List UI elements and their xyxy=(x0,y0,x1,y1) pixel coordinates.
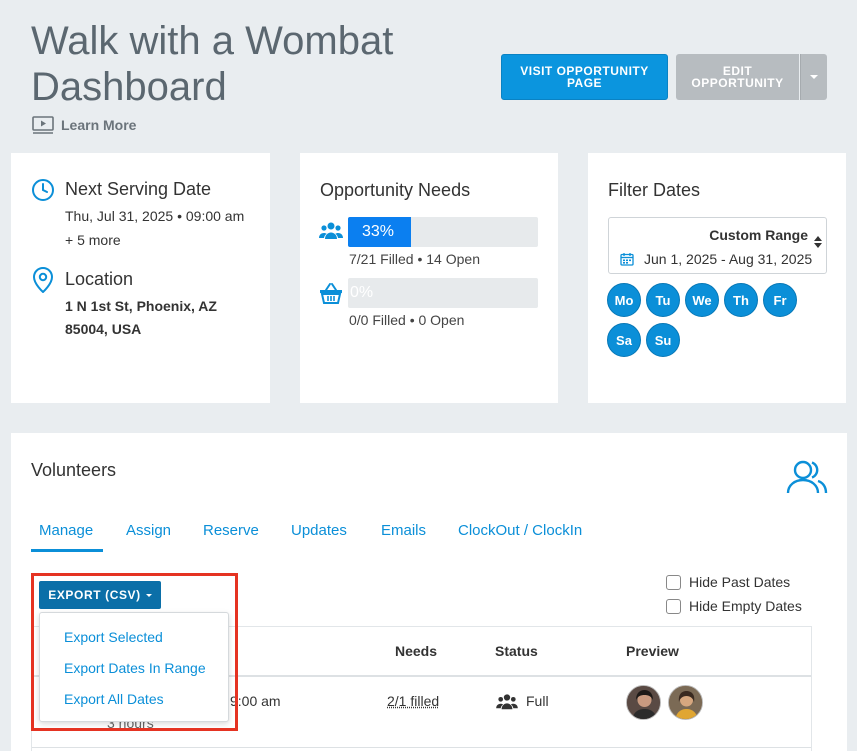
tab-emails[interactable]: Emails xyxy=(381,522,426,539)
highlight-box xyxy=(31,573,238,731)
tab-updates[interactable]: Updates xyxy=(291,522,347,539)
hide-empty-dates-checkbox[interactable]: Hide Empty Dates xyxy=(666,598,802,614)
needs-heading: Opportunity Needs xyxy=(320,180,470,201)
day-toggle-we[interactable]: We xyxy=(685,283,719,317)
visit-opportunity-button[interactable]: VISIT OPPORTUNITY PAGE xyxy=(501,54,668,100)
clock-icon xyxy=(31,178,55,207)
chevron-down-icon xyxy=(810,75,818,79)
column-preview: Preview xyxy=(626,643,679,659)
day-toggle-mo[interactable]: Mo xyxy=(607,283,641,317)
video-icon xyxy=(32,116,54,134)
edit-opportunity-button[interactable]: EDIT OPPORTUNITY xyxy=(676,54,799,100)
volunteer-progress-bar: 33% xyxy=(348,217,538,247)
people-icon xyxy=(496,693,518,716)
serving-card: Next Serving Date Thu, Jul 31, 2025 • 09… xyxy=(11,153,270,403)
volunteer-needs-summary: 7/21 Filled • 14 Open xyxy=(349,251,480,267)
range-value: Jun 1, 2025 - Aug 31, 2025 xyxy=(644,251,812,267)
learn-more-link[interactable]: Learn More xyxy=(32,116,136,134)
column-needs: Needs xyxy=(395,643,437,659)
basket-icon xyxy=(319,282,343,309)
day-toggle-su[interactable]: Su xyxy=(646,323,680,357)
items-needs-summary: 0/0 Filled • 0 Open xyxy=(349,312,464,328)
hide-empty-dates-label: Hide Empty Dates xyxy=(689,598,802,614)
people-icon xyxy=(319,221,343,246)
next-serving-heading: Next Serving Date xyxy=(65,179,211,200)
hide-past-dates-checkbox[interactable]: Hide Past Dates xyxy=(666,574,790,590)
page-title: Walk with a Wombat Dashboard xyxy=(31,18,451,110)
next-serving-date: Thu, Jul 31, 2025 • 09:00 am xyxy=(65,208,244,224)
select-arrows-icon xyxy=(814,236,822,248)
column-status: Status xyxy=(495,643,538,659)
row-needs[interactable]: 2/1 filled xyxy=(387,693,439,709)
filter-card: Filter Dates Custom Range Jun 1, 2025 - … xyxy=(588,153,846,403)
checkbox-box[interactable] xyxy=(666,599,681,614)
hide-past-dates-label: Hide Past Dates xyxy=(689,574,790,590)
filter-heading: Filter Dates xyxy=(608,180,700,201)
tab-clockout-clockin[interactable]: ClockOut / ClockIn xyxy=(458,522,582,539)
tab-assign[interactable]: Assign xyxy=(126,522,171,539)
day-toggle-tu[interactable]: Tu xyxy=(646,283,680,317)
tab-manage[interactable]: Manage xyxy=(39,522,93,539)
learn-more-label: Learn More xyxy=(61,117,136,133)
day-toggle-sa[interactable]: Sa xyxy=(607,323,641,357)
calendar-icon xyxy=(620,252,634,271)
row-divider xyxy=(32,747,811,748)
needs-card: Opportunity Needs 33% 7/21 Filled • 14 O… xyxy=(300,153,558,403)
date-range-select[interactable]: Custom Range Jun 1, 2025 - Aug 31, 2025 xyxy=(608,217,827,274)
day-toggle-fr[interactable]: Fr xyxy=(763,283,797,317)
active-tab-indicator xyxy=(31,549,103,552)
row-status: Full xyxy=(526,693,549,709)
avatar[interactable] xyxy=(626,685,661,720)
items-progress-label: 0% xyxy=(350,278,373,308)
more-dates-link[interactable]: + 5 more xyxy=(65,232,121,248)
volunteer-progress-fill: 33% xyxy=(348,217,411,247)
location-pin-icon xyxy=(32,267,54,298)
volunteers-group-icon xyxy=(786,459,828,500)
range-type-label: Custom Range xyxy=(709,227,808,243)
tab-reserve[interactable]: Reserve xyxy=(203,522,259,539)
address-line-1[interactable]: 1 N 1st St, Phoenix, AZ xyxy=(65,298,217,314)
day-toggle-th[interactable]: Th xyxy=(724,283,758,317)
edit-dropdown-toggle[interactable] xyxy=(800,54,827,100)
avatar[interactable] xyxy=(668,685,703,720)
volunteers-heading: Volunteers xyxy=(31,460,116,481)
location-heading: Location xyxy=(65,269,133,290)
checkbox-box[interactable] xyxy=(666,575,681,590)
address-line-2[interactable]: 85004, USA xyxy=(65,321,141,337)
items-progress-bar: 0% xyxy=(348,278,538,308)
